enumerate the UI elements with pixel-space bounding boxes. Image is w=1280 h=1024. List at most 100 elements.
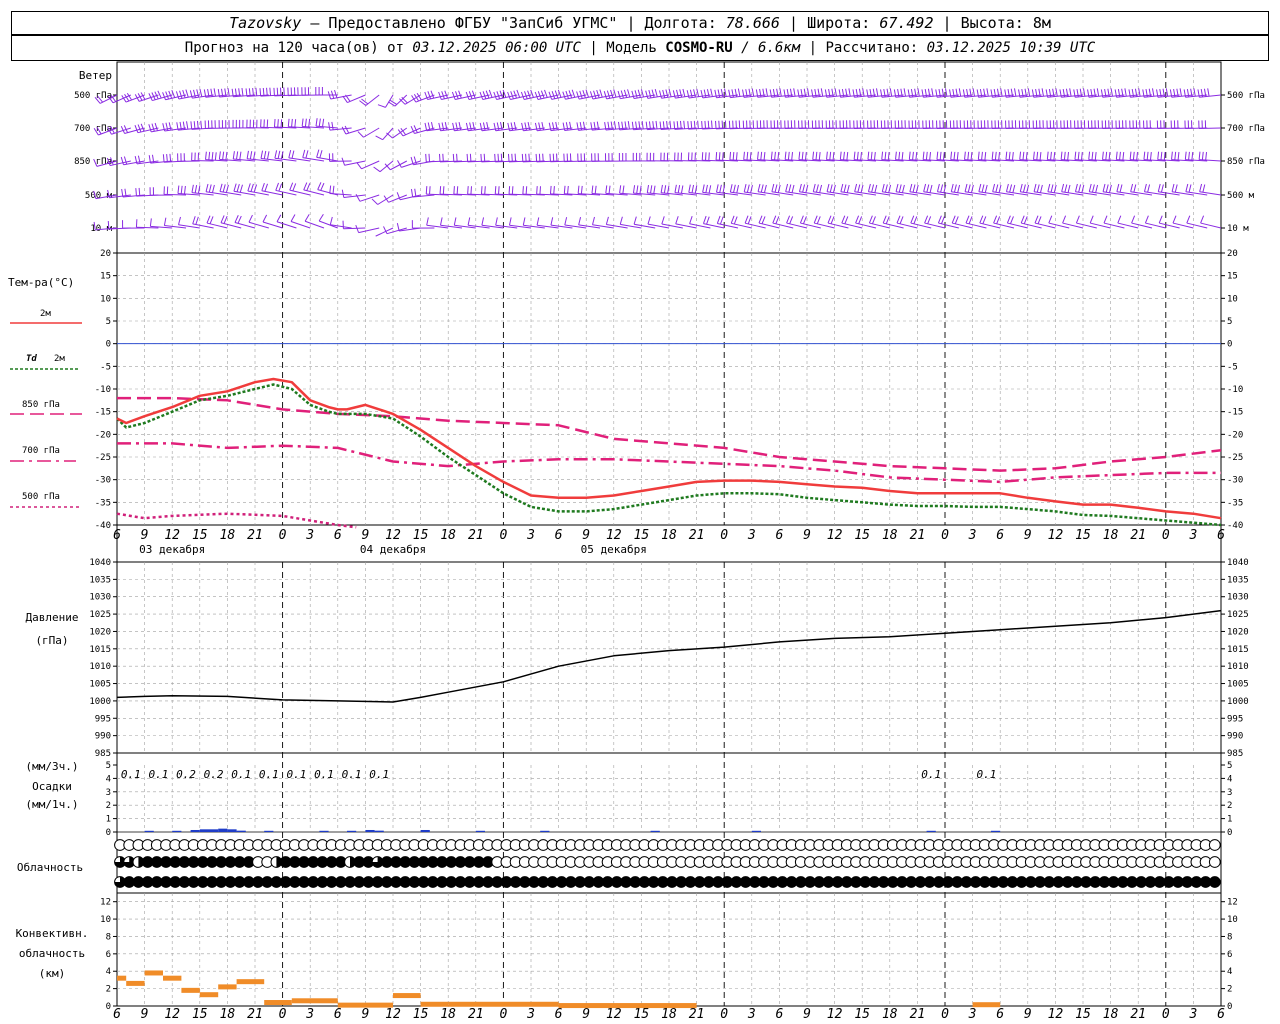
wind-barb-flag (255, 87, 258, 96)
wind-barb-flag (718, 152, 721, 161)
wind-barb-flag (1163, 152, 1166, 161)
pressure-tick-label: 995 (95, 714, 111, 724)
wind-barb-flag (485, 90, 490, 99)
wind-barb-flag (1067, 184, 1071, 193)
wind-barb (521, 121, 545, 132)
wind-barb (317, 182, 338, 196)
wind-barb-flag (636, 185, 639, 194)
wind-barb-flag (166, 154, 168, 163)
wind-barb-flag (328, 122, 331, 131)
wind-barb-flag (294, 119, 297, 128)
wind-barb (811, 120, 835, 129)
wind-barb (521, 153, 545, 163)
temp-tick-label: 20 (1227, 249, 1238, 259)
wind-barb (1143, 120, 1166, 129)
precip-unit-top: (мм/3ч.) (26, 760, 79, 773)
wind-barb-flag (718, 120, 720, 129)
precip-3h-label: 0.1 (121, 768, 141, 781)
time-axis-bottom-tick-label: 15 (634, 1007, 650, 1022)
wind-barb (825, 120, 849, 129)
wind-barb (660, 152, 683, 162)
wind-barb-flag (1083, 88, 1086, 97)
wind-barb-flag (261, 182, 265, 191)
wind-barb-flag (1172, 215, 1177, 224)
wind-barb-flag (771, 183, 775, 192)
wind-barb-flag (634, 90, 638, 99)
wind-barb-flag (970, 184, 974, 193)
precip-bar (540, 830, 550, 832)
wind-barb-flag (441, 91, 445, 100)
wind-barb (604, 153, 628, 162)
wind-barb-flag (648, 90, 652, 99)
pressure-tick-label: 985 (95, 749, 111, 759)
wind-barb-flag (1014, 88, 1017, 97)
wind-barb (675, 216, 697, 229)
wind-barb (122, 220, 145, 229)
wind-barb-flag (675, 216, 679, 225)
wind-barb-flag (815, 184, 819, 193)
wind-barb-flag (964, 183, 968, 192)
wind-barb-flag (957, 184, 961, 193)
wind-barb-flag (303, 182, 308, 191)
time-axis-mid-tick-label: 0 (941, 528, 949, 543)
wind-barb-flag (1119, 151, 1121, 160)
wind-barb-shaft (359, 194, 380, 202)
wind-barb-flag (356, 162, 362, 170)
wind-barb-flag (617, 90, 621, 99)
wind-barb-flag (1199, 183, 1203, 192)
wind-barb-flag (1005, 151, 1008, 160)
wind-barb-flag (1074, 151, 1077, 160)
pressure-tick-label: 1015 (89, 645, 111, 655)
temp-tick-label: -5 (1227, 362, 1238, 372)
wind-barb-flag (550, 217, 554, 226)
wind-barb-flag (895, 151, 897, 160)
precip-bar (650, 830, 660, 832)
time-axis-mid-tick-label: 15 (413, 528, 429, 543)
wind-barb-flag (123, 156, 128, 165)
wind-barb-flag (413, 125, 418, 133)
time-axis-bottom-tick-label: 21 (247, 1007, 263, 1022)
wind-barb-flag (884, 184, 888, 193)
wind-barb-flag (950, 183, 954, 192)
wind-barb-flag (438, 153, 441, 162)
precip-bar (420, 829, 430, 832)
conv-title-2: облачность (19, 947, 85, 960)
wind-barb (592, 216, 614, 229)
precip-3h-label: 0.1 (369, 768, 389, 781)
wind-barb-shaft (377, 194, 394, 205)
wind-barb-flag (903, 88, 906, 97)
wind-barb-flag (168, 90, 173, 99)
wind-barb-flag (1025, 152, 1028, 161)
wind-barb-flag (654, 89, 658, 98)
wind-barb-flag (704, 120, 707, 129)
conv-tick-label: 10 (100, 915, 111, 925)
cloud-symbol-circle (1208, 876, 1221, 888)
pressure-tick-label: 1000 (1227, 697, 1249, 707)
wind-barb-flag (277, 119, 279, 128)
wind-barb-flag (239, 184, 243, 193)
wind-barb-flag (1193, 88, 1196, 97)
time-axis-mid-tick-label: 12 (827, 528, 843, 543)
wind-barb-flag (528, 153, 530, 162)
wind-barb-flag (655, 120, 658, 129)
precip-bar (475, 830, 485, 832)
wind-barb-flag (1060, 151, 1063, 160)
precip-tick-label: 5 (1227, 761, 1232, 771)
temp-tick-label: 15 (100, 272, 111, 282)
wind-barb-flag (455, 91, 459, 100)
wind-barb-flag (1130, 183, 1134, 192)
wind-barb-flag (968, 216, 973, 224)
pressure-tick-label: 1030 (89, 593, 111, 603)
conv-bar (337, 1002, 393, 1008)
wind-barb-flag (912, 184, 916, 193)
wind-barb-flag (716, 215, 721, 224)
wind-barb-flag (563, 185, 566, 194)
wind-barb-flag (715, 120, 717, 129)
wind-barb-flag (873, 152, 876, 161)
time-axis-mid-tick-label: 0 (720, 528, 728, 543)
wind-barb-flag (669, 120, 672, 129)
wind-barb (1172, 215, 1194, 229)
wind-barb-flag (276, 87, 279, 96)
wind-barb-flag (332, 185, 335, 194)
wind-barb (1005, 120, 1028, 129)
